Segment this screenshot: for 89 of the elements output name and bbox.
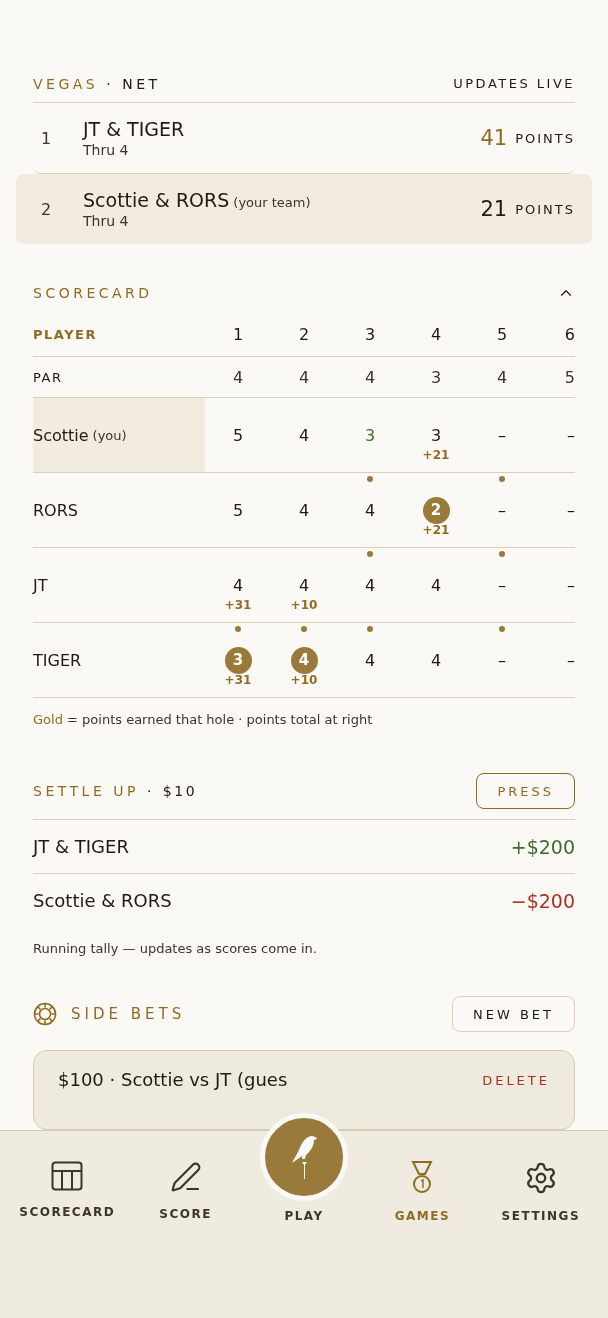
score: – xyxy=(498,650,506,670)
settle-amount: −$200 xyxy=(510,889,575,912)
par-value: 4 xyxy=(298,367,310,387)
section-title: SCORECARD xyxy=(33,285,153,301)
hole-points: +10 xyxy=(290,673,318,687)
hole-number: 1 xyxy=(232,325,244,344)
par-label: PAR xyxy=(33,369,63,385)
player-name: Scottie xyxy=(33,425,89,445)
points-value: 41 xyxy=(480,126,508,151)
column-header: PLAYER xyxy=(33,327,97,342)
settle-amount: +$200 xyxy=(510,835,575,858)
bet-title: $100 · Scottie vs JT (gues xyxy=(58,1069,288,1092)
delete-button[interactable]: DELETE xyxy=(482,1069,550,1091)
par-value: 4 xyxy=(496,367,508,387)
team-name: JT & TIGER xyxy=(83,118,185,141)
medal-icon xyxy=(411,1161,434,1195)
score: – xyxy=(498,575,506,595)
score: 4 xyxy=(298,575,310,595)
chip-icon xyxy=(33,1002,57,1026)
score: 4 xyxy=(364,500,376,520)
score: – xyxy=(567,650,575,670)
rank: 2 xyxy=(40,199,53,219)
press-button[interactable]: PRESS xyxy=(476,773,575,809)
stake-amount: $10 xyxy=(162,783,198,799)
hole-number: 3 xyxy=(364,325,376,344)
rank: 1 xyxy=(40,128,53,148)
score: – xyxy=(567,575,575,595)
player-name: TIGER xyxy=(33,650,82,670)
hole-number: 5 xyxy=(496,325,508,344)
hole-points: +21 xyxy=(422,448,450,462)
team-name: Scottie & RORS xyxy=(33,890,172,911)
hole-number: 6 xyxy=(564,325,575,344)
live-status: UPDATES LIVE xyxy=(453,76,575,92)
score: – xyxy=(567,425,575,445)
score: 4 xyxy=(430,575,442,595)
points-value: 21 xyxy=(480,197,508,222)
new-bet-button[interactable]: NEW BET xyxy=(452,996,575,1032)
team-name: JT & TIGER xyxy=(33,836,129,857)
holes-played: Thru 4 xyxy=(83,213,130,230)
points-unit: POINTS xyxy=(515,130,575,146)
nav-tab[interactable]: SETTINGS xyxy=(481,1131,601,1241)
game-title: VEGAS xyxy=(33,75,99,92)
par-value: 5 xyxy=(564,367,575,387)
points-unit: POINTS xyxy=(515,201,575,217)
hole-points: +10 xyxy=(290,598,318,612)
score: 4 xyxy=(364,650,376,670)
par-value: 4 xyxy=(364,367,376,387)
score: – xyxy=(498,425,506,445)
score: 3 xyxy=(430,425,442,445)
score: 4 xyxy=(364,575,376,595)
play-tab[interactable]: PLAY xyxy=(244,1113,364,1241)
holes-played: Thru 4 xyxy=(83,142,130,159)
score: 5 xyxy=(232,500,244,520)
winning-score: 2 xyxy=(422,496,450,524)
section-title: SIDE BETS xyxy=(71,1005,186,1023)
player-name: JT xyxy=(33,575,48,595)
score: 5 xyxy=(232,425,244,445)
team-name: Scottie & RORS xyxy=(83,189,230,212)
winning-score: 4 xyxy=(290,646,318,674)
section-title: SETTLE UP xyxy=(33,783,139,799)
hole-number: 4 xyxy=(430,325,442,344)
team-note: (your team) xyxy=(233,195,311,211)
par-value: 4 xyxy=(232,367,244,387)
player-name: RORS xyxy=(33,500,78,520)
table-icon xyxy=(51,1161,84,1191)
separator-dot: · xyxy=(146,783,155,799)
score: 4 xyxy=(298,500,310,520)
pencil-icon xyxy=(169,1161,202,1193)
hole-points: +31 xyxy=(224,598,252,612)
score: – xyxy=(567,500,575,520)
par-value: 3 xyxy=(430,367,442,387)
winning-score: 3 xyxy=(224,646,252,674)
hole-number: 2 xyxy=(298,325,310,344)
score: 3 xyxy=(364,425,376,445)
bird-icon xyxy=(289,1134,319,1180)
score: 4 xyxy=(430,650,442,670)
player-note: (you) xyxy=(92,427,127,443)
hole-points: +21 xyxy=(422,523,450,537)
separator-dot: · xyxy=(106,75,115,92)
tally-note: Running tally — updates as scores come in. xyxy=(33,941,318,956)
nav-tab[interactable]: SCORECARD xyxy=(8,1131,127,1241)
nav-tab[interactable]: SCORE xyxy=(126,1131,245,1241)
nav-tab[interactable]: GAMES xyxy=(363,1131,482,1241)
legend-text: Gold = points earned that hole · points total at right xyxy=(33,712,374,727)
hole-points: +31 xyxy=(224,673,252,687)
game-format: NET xyxy=(122,75,161,92)
score: 4 xyxy=(298,425,310,445)
score: 4 xyxy=(232,575,244,595)
score: – xyxy=(498,500,506,520)
